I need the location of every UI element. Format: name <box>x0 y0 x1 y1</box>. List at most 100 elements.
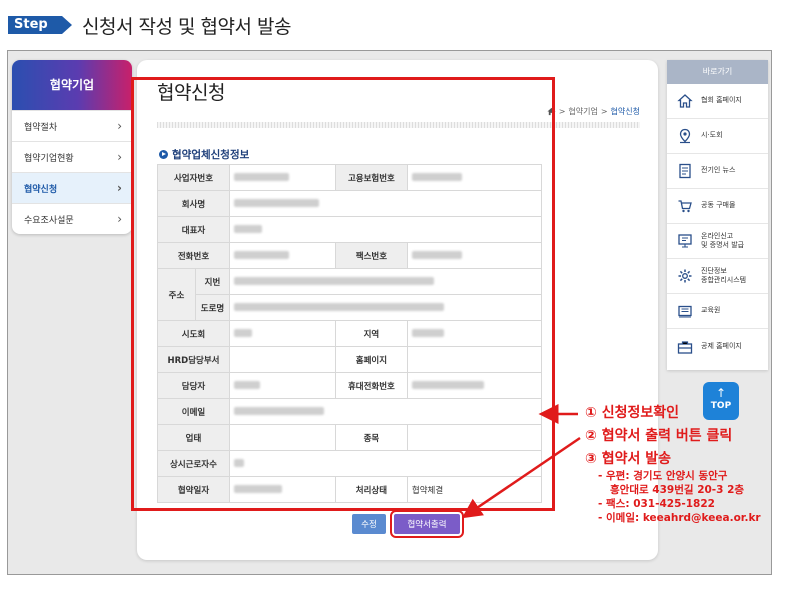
annotation-mail-line2: 흥안대로 439번길 20-3 2층 <box>610 484 745 496</box>
table-row: 사업자번호 고용보험번호 <box>157 164 543 191</box>
quick-link-homepage[interactable]: 협회 홈페이지 <box>667 84 768 119</box>
breadcrumb-sep: > <box>558 107 566 116</box>
label-manager: 담당자 <box>157 372 230 399</box>
quick-link-label-line2: 및 증명서 발급 <box>701 241 745 249</box>
label-agreement-date: 협약일자 <box>157 476 230 503</box>
table-row: HRD담당부서 홈페이지 <box>157 346 543 373</box>
chevron-right-icon: › <box>117 212 122 226</box>
quick-link-mutual-aid[interactable]: 공제 홈페이지 <box>667 329 768 364</box>
quick-link-education[interactable]: 교육원 <box>667 294 768 329</box>
value-company <box>229 190 542 217</box>
label-address-road: 도로명 <box>195 294 230 321</box>
left-sidebar: 협약기업 협약절차 › 협약기업현황 › 협약신청 › 수요조사설문 › <box>12 60 132 234</box>
value-hrd-dept <box>229 346 336 373</box>
quick-link-diagnosis[interactable]: 진단정보 종합관리시스템 <box>667 259 768 294</box>
quick-link-label: 전기인 뉴스 <box>701 166 736 175</box>
quick-link-label: 교육원 <box>701 306 721 315</box>
chevron-right-icon: › <box>117 119 122 133</box>
table-row: 이메일 <box>157 398 542 425</box>
table-row: 주소 지번 <box>157 268 542 321</box>
sidebar-item-label: 협약기업현황 <box>24 153 74 164</box>
edit-button[interactable]: 수정 <box>352 514 386 534</box>
label-email: 이메일 <box>157 398 230 425</box>
sidebar-item-status[interactable]: 협약기업현황 › <box>12 141 132 172</box>
value-mobile <box>406 372 543 399</box>
form-actions: 수정 협약서출력 <box>352 510 464 538</box>
sidebar-item-survey[interactable]: 수요조사설문 › <box>12 203 132 234</box>
sidebar-heading: 협약기업 <box>12 60 132 110</box>
value-business-type <box>229 424 336 451</box>
page-title: 협약신청 <box>157 82 225 104</box>
quick-link-label: 협회 홈페이지 <box>701 96 742 105</box>
value-manager <box>229 372 336 399</box>
table-row: 상시근로자수 <box>157 450 542 477</box>
quick-link-mall[interactable]: 공동 구매몰 <box>667 189 768 224</box>
sidebar-item-apply[interactable]: 협약신청 › <box>12 172 132 203</box>
label-biz-no: 사업자번호 <box>157 164 230 191</box>
quick-link-label: 진단정보 <box>701 266 727 275</box>
label-business-type: 업태 <box>157 424 230 451</box>
cart-icon <box>677 198 693 214</box>
label-address-lot: 지번 <box>195 268 230 295</box>
value-ceo <box>229 216 542 243</box>
label-address: 주소 <box>157 268 196 321</box>
label-region: 지역 <box>334 320 408 347</box>
quick-link-news[interactable]: 전기인 뉴스 <box>667 154 768 189</box>
quick-link-label: 공제 홈페이지 <box>701 341 742 350</box>
label-ceo: 대표자 <box>157 216 230 243</box>
label-region-do: 시도회 <box>157 320 230 347</box>
sidebar-item-label: 협약신청 <box>24 184 58 195</box>
label-company: 회사명 <box>157 190 230 217</box>
annotation-step3: ③ 협약서 발송 <box>585 451 672 467</box>
quick-link-label-wrap: 온라인신고 및 증명서 발급 <box>701 232 744 250</box>
quick-menu: 바로가기 협회 홈페이지 시·도회 전기인 뉴스 공동 구매몰 온라인신고 및 증… <box>667 60 768 370</box>
chevron-right-icon: › <box>117 150 122 164</box>
label-homepage: 홈페이지 <box>334 346 408 373</box>
annotation-email: - 이메일: keeahrd@keea.or.kr <box>598 512 761 524</box>
briefcase-icon <box>677 339 693 355</box>
label-employees: 상시근로자수 <box>157 450 230 477</box>
scroll-top-button[interactable]: ↑ TOP <box>703 382 739 420</box>
table-row: 시도회 지역 <box>157 320 543 347</box>
value-homepage <box>406 346 543 373</box>
quick-link-online-report[interactable]: 온라인신고 및 증명서 발급 <box>667 224 768 259</box>
home-icon[interactable] <box>547 107 556 116</box>
title-divider <box>157 122 640 128</box>
value-business-item <box>406 424 543 451</box>
quick-link-label: 공동 구매몰 <box>701 201 736 210</box>
annotation-step1: ① 신청정보확인 <box>585 405 680 421</box>
print-agreement-button[interactable]: 협약서출력 <box>390 510 464 538</box>
value-status: 협약체결 <box>406 476 543 503</box>
annotation-step2: ② 협약서 출력 버튼 클릭 <box>585 428 733 444</box>
breadcrumb-current: 협약신청 <box>610 107 640 116</box>
breadcrumb-parent[interactable]: 협약기업 <box>568 106 597 117</box>
sidebar-item-label: 수요조사설문 <box>24 215 74 226</box>
section-title: 협약업체신청정보 <box>159 147 249 162</box>
scroll-top-label: TOP <box>710 401 732 411</box>
value-fax <box>406 242 543 269</box>
section-title-text: 협약업체신청정보 <box>172 149 250 161</box>
application-form: 사업자번호 고용보험번호 회사명 대표자 전화번호 팩스번호 주소 지번 도로명… <box>157 164 543 503</box>
label-business-item: 종목 <box>334 424 408 451</box>
sidebar-item-procedure[interactable]: 협약절차 › <box>12 110 132 141</box>
label-fax: 팩스번호 <box>334 242 408 269</box>
value-employees <box>229 450 542 477</box>
label-status: 처리상태 <box>334 476 408 503</box>
label-mobile: 휴대전화번호 <box>334 372 408 399</box>
table-row: 대표자 <box>157 216 542 243</box>
label-employment-no: 고용보험번호 <box>334 164 408 191</box>
value-address-lot <box>229 268 542 295</box>
quick-link-label: 시·도회 <box>701 131 723 140</box>
quick-link-label-wrap: 진단정보 종합관리시스템 <box>701 267 746 285</box>
quick-link-regional[interactable]: 시·도회 <box>667 119 768 154</box>
label-hrd-dept: HRD담당부서 <box>157 346 230 373</box>
value-email <box>229 398 542 425</box>
quick-link-label: 온라인신고 <box>701 231 734 240</box>
step-title: 신청서 작성 및 협약서 발송 <box>82 15 291 38</box>
sidebar-item-label: 협약절차 <box>24 122 58 133</box>
table-row: 담당자 휴대전화번호 <box>157 372 543 399</box>
value-biz-no <box>229 164 336 191</box>
step-header: Step 5 신청서 작성 및 협약서 발송 <box>8 12 291 50</box>
quick-menu-heading: 바로가기 <box>667 60 768 84</box>
value-employment-no <box>406 164 543 191</box>
